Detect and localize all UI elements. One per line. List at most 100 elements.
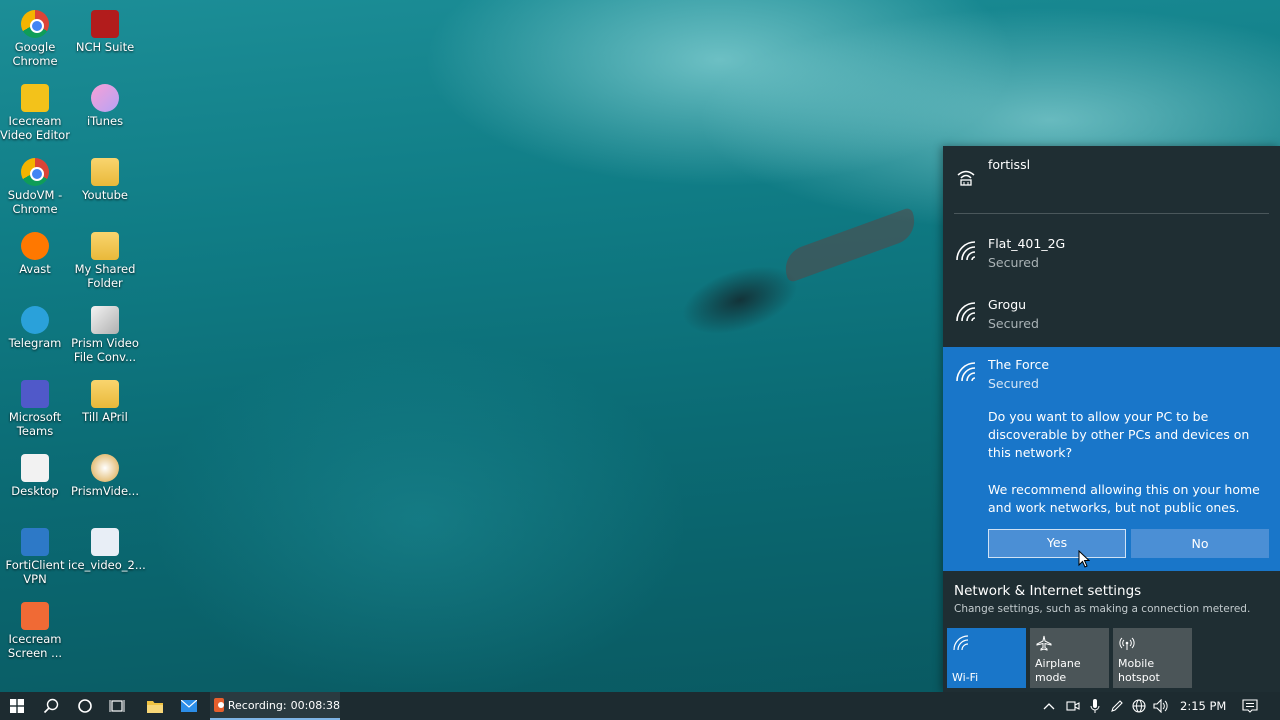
- desktop-icon-label: Till APril: [82, 410, 128, 424]
- cortana-button[interactable]: [68, 692, 102, 720]
- desktop-icon-icecream-screen-recorder[interactable]: Icecream Screen ...: [0, 602, 72, 660]
- teams-icon: [21, 380, 49, 408]
- tray-microphone[interactable]: [1084, 692, 1106, 720]
- desktop-icon-label: NCH Suite: [75, 40, 135, 54]
- desktop-icon-forticlient-vpn[interactable]: FortiClient VPN: [0, 528, 72, 586]
- desktop-icon-telegram[interactable]: Telegram: [0, 306, 72, 350]
- chevron-up-icon: [1043, 703, 1055, 710]
- desktop-icon-my-shared-folder[interactable]: My Shared Folder: [68, 232, 142, 290]
- tile-label: Mobile hotspot: [1118, 657, 1160, 684]
- folder-icon: [21, 454, 49, 482]
- nch-suite-icon: [91, 10, 119, 38]
- desktop-icon-avast[interactable]: Avast: [0, 232, 72, 276]
- desktop-icon-label: PrismVide...: [70, 484, 139, 498]
- telegram-icon: [21, 306, 49, 334]
- desktop-icon-nch-suite[interactable]: NCH Suite: [68, 10, 142, 54]
- tile-label: Wi-Fi: [952, 671, 979, 684]
- notifications-icon: [1242, 699, 1258, 713]
- taskbar: Recording: 00:08:38 2:15 PM: [0, 692, 1280, 720]
- tray-pen[interactable]: [1106, 692, 1128, 720]
- desktop-icon-till-april[interactable]: Till APril: [68, 380, 142, 424]
- taskbar-recording[interactable]: Recording: 00:08:38: [210, 692, 340, 720]
- desktop-icon-google-chrome[interactable]: Google Chrome: [0, 10, 72, 68]
- network-item-grogu[interactable]: Grogu Secured: [943, 287, 1280, 347]
- speaker-icon: [1153, 699, 1168, 713]
- network-status: Secured: [988, 255, 1039, 270]
- task-view-icon: [109, 700, 125, 712]
- desktop-icon-sudovm-chrome[interactable]: SudoVM - Chrome: [0, 158, 72, 216]
- yes-button[interactable]: Yes: [988, 529, 1126, 558]
- quick-action-wifi[interactable]: Wi-Fi: [947, 628, 1026, 688]
- folder-icon: [91, 158, 119, 186]
- desktop-icon-itunes[interactable]: iTunes: [68, 84, 142, 128]
- icecream-screen-recorder-icon: [21, 602, 49, 630]
- no-button[interactable]: No: [1131, 529, 1269, 558]
- desktop-icon-prismvideo[interactable]: PrismVide...: [68, 454, 142, 498]
- desktop-icon-label: Prism Video File Conv...: [71, 336, 139, 364]
- quick-action-mobile-hotspot[interactable]: Mobile hotspot: [1113, 628, 1192, 688]
- network-status: Secured: [988, 316, 1039, 331]
- discoverable-prompt: Do you want to allow your PC to be disco…: [988, 409, 1250, 461]
- network-status: Secured: [988, 376, 1039, 391]
- network-flyout: fortissl Flat_401_2G Secured Grogu Secur…: [943, 146, 1280, 692]
- desktop-icon-label: Microsoft Teams: [8, 410, 62, 438]
- tray-meet-now[interactable]: [1062, 692, 1084, 720]
- desktop-icon-label: Telegram: [8, 336, 62, 350]
- show-hidden-icons-button[interactable]: [1038, 692, 1060, 720]
- desktop-icon-label: Avast: [19, 262, 51, 276]
- desktop-icon-desktop[interactable]: Desktop: [0, 454, 72, 498]
- folder-icon: [91, 380, 119, 408]
- windows-logo-icon: [10, 699, 24, 713]
- chrome-icon: [21, 158, 49, 186]
- network-item-flat-401-2g[interactable]: Flat_401_2G Secured: [943, 226, 1280, 286]
- desktop-icon-youtube[interactable]: Youtube: [68, 158, 142, 202]
- desktop-icon-label: ice_video_2...: [68, 558, 146, 572]
- desktop-icon-label: Desktop: [11, 484, 59, 498]
- globe-icon: [1132, 699, 1146, 713]
- desktop-icon-icecream-video-editor[interactable]: Icecream Video Editor: [0, 84, 72, 142]
- wifi-icon: [956, 241, 976, 261]
- tray-volume[interactable]: [1150, 692, 1172, 720]
- desktop-icon-ice-video[interactable]: ice_video_2...: [68, 528, 146, 572]
- network-settings-link[interactable]: Network & Internet settings: [954, 583, 1141, 599]
- action-center-button[interactable]: [1240, 692, 1260, 720]
- quick-action-airplane-mode[interactable]: Airplane mode: [1030, 628, 1109, 688]
- network-name: fortissl: [988, 157, 1031, 172]
- microphone-icon: [1090, 699, 1100, 713]
- wifi-icon: [953, 635, 969, 651]
- hotspot-icon: [1119, 637, 1135, 650]
- network-settings-description: Change settings, such as making a connec…: [954, 603, 1251, 615]
- tile-label: Airplane mode: [1035, 657, 1081, 684]
- task-view-button[interactable]: [100, 692, 134, 720]
- search-icon: [43, 698, 59, 714]
- taskbar-mail[interactable]: [172, 692, 206, 720]
- tray-network[interactable]: [1128, 692, 1150, 720]
- prism-icon: [91, 454, 119, 482]
- icecream-video-editor-icon: [21, 84, 49, 112]
- discoverable-recommendation: We recommend allowing this on your home …: [988, 482, 1260, 516]
- desktop-icon-label: Icecream Video Editor: [0, 114, 70, 142]
- desktop-icon-prism-video-file-converter[interactable]: Prism Video File Conv...: [68, 306, 142, 364]
- search-button[interactable]: [34, 692, 68, 720]
- start-button[interactable]: [0, 692, 34, 720]
- chrome-icon: [21, 10, 49, 38]
- network-item-the-force[interactable]: The Force Secured Do you want to allow y…: [943, 347, 1280, 571]
- network-name: Flat_401_2G: [988, 236, 1066, 251]
- desktop-icon-label: My Shared Folder: [74, 262, 136, 290]
- network-item-connected[interactable]: fortissl: [943, 146, 1280, 213]
- desktop-icon-microsoft-teams[interactable]: Microsoft Teams: [0, 380, 72, 438]
- desktop-icon-label: Icecream Screen ...: [7, 632, 63, 660]
- desktop-icon-label: SudoVM - Chrome: [7, 188, 63, 216]
- mouse-cursor-icon: [1078, 550, 1090, 568]
- camera-icon: [1066, 701, 1080, 711]
- desktop-icon-label: FortiClient VPN: [5, 558, 65, 586]
- avast-icon: [21, 232, 49, 260]
- file-explorer-icon: [147, 701, 163, 713]
- video-file-icon: [91, 528, 119, 556]
- cortana-icon: [78, 699, 92, 713]
- taskbar-file-explorer[interactable]: [138, 692, 172, 720]
- desktop-icon-label: Google Chrome: [12, 40, 58, 68]
- taskbar-clock[interactable]: 2:15 PM: [1180, 692, 1226, 720]
- wired-network-icon: [957, 170, 975, 186]
- network-name: Grogu: [988, 297, 1027, 312]
